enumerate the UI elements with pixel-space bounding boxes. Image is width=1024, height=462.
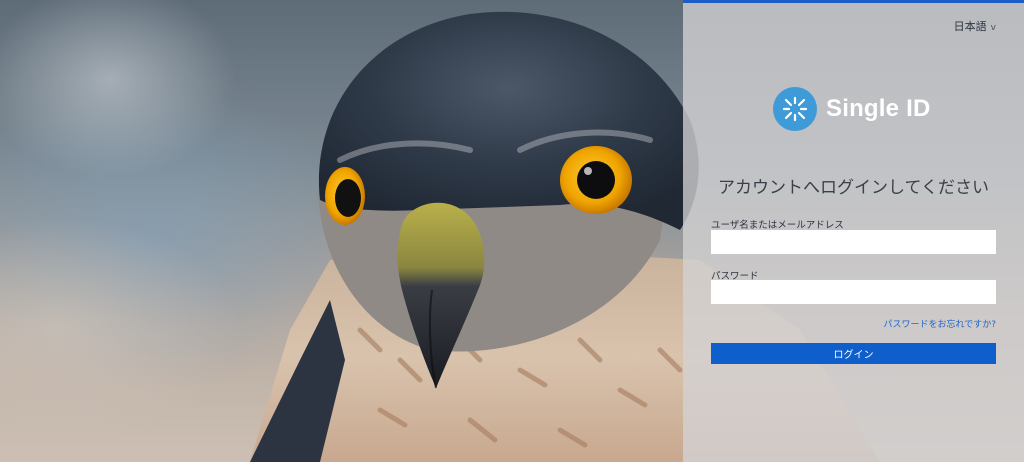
login-button[interactable]: ログイン	[711, 343, 996, 364]
username-input[interactable]	[711, 230, 996, 254]
chevron-down-icon: v	[990, 23, 996, 33]
forgot-password-link[interactable]: パスワードをお忘れですか?	[883, 317, 996, 330]
password-input[interactable]	[711, 280, 996, 304]
single-id-logo-icon	[773, 87, 817, 131]
page-title: アカウントへログインしてください	[718, 178, 989, 198]
single-id-logo: Single ID	[773, 87, 930, 131]
username-label: ユーザ名またはメールアドレス	[711, 220, 844, 231]
language-selector[interactable]: 日本語 v	[954, 18, 996, 34]
login-panel: 日本語 v Single ID アカウントへログインしてください ユーザ名または…	[683, 0, 1024, 462]
language-label: 日本語	[953, 20, 987, 33]
login-page: 日本語 v Single ID アカウントへログインしてください ユーザ名または…	[0, 0, 1024, 462]
logo-text: Single ID	[826, 95, 931, 122]
